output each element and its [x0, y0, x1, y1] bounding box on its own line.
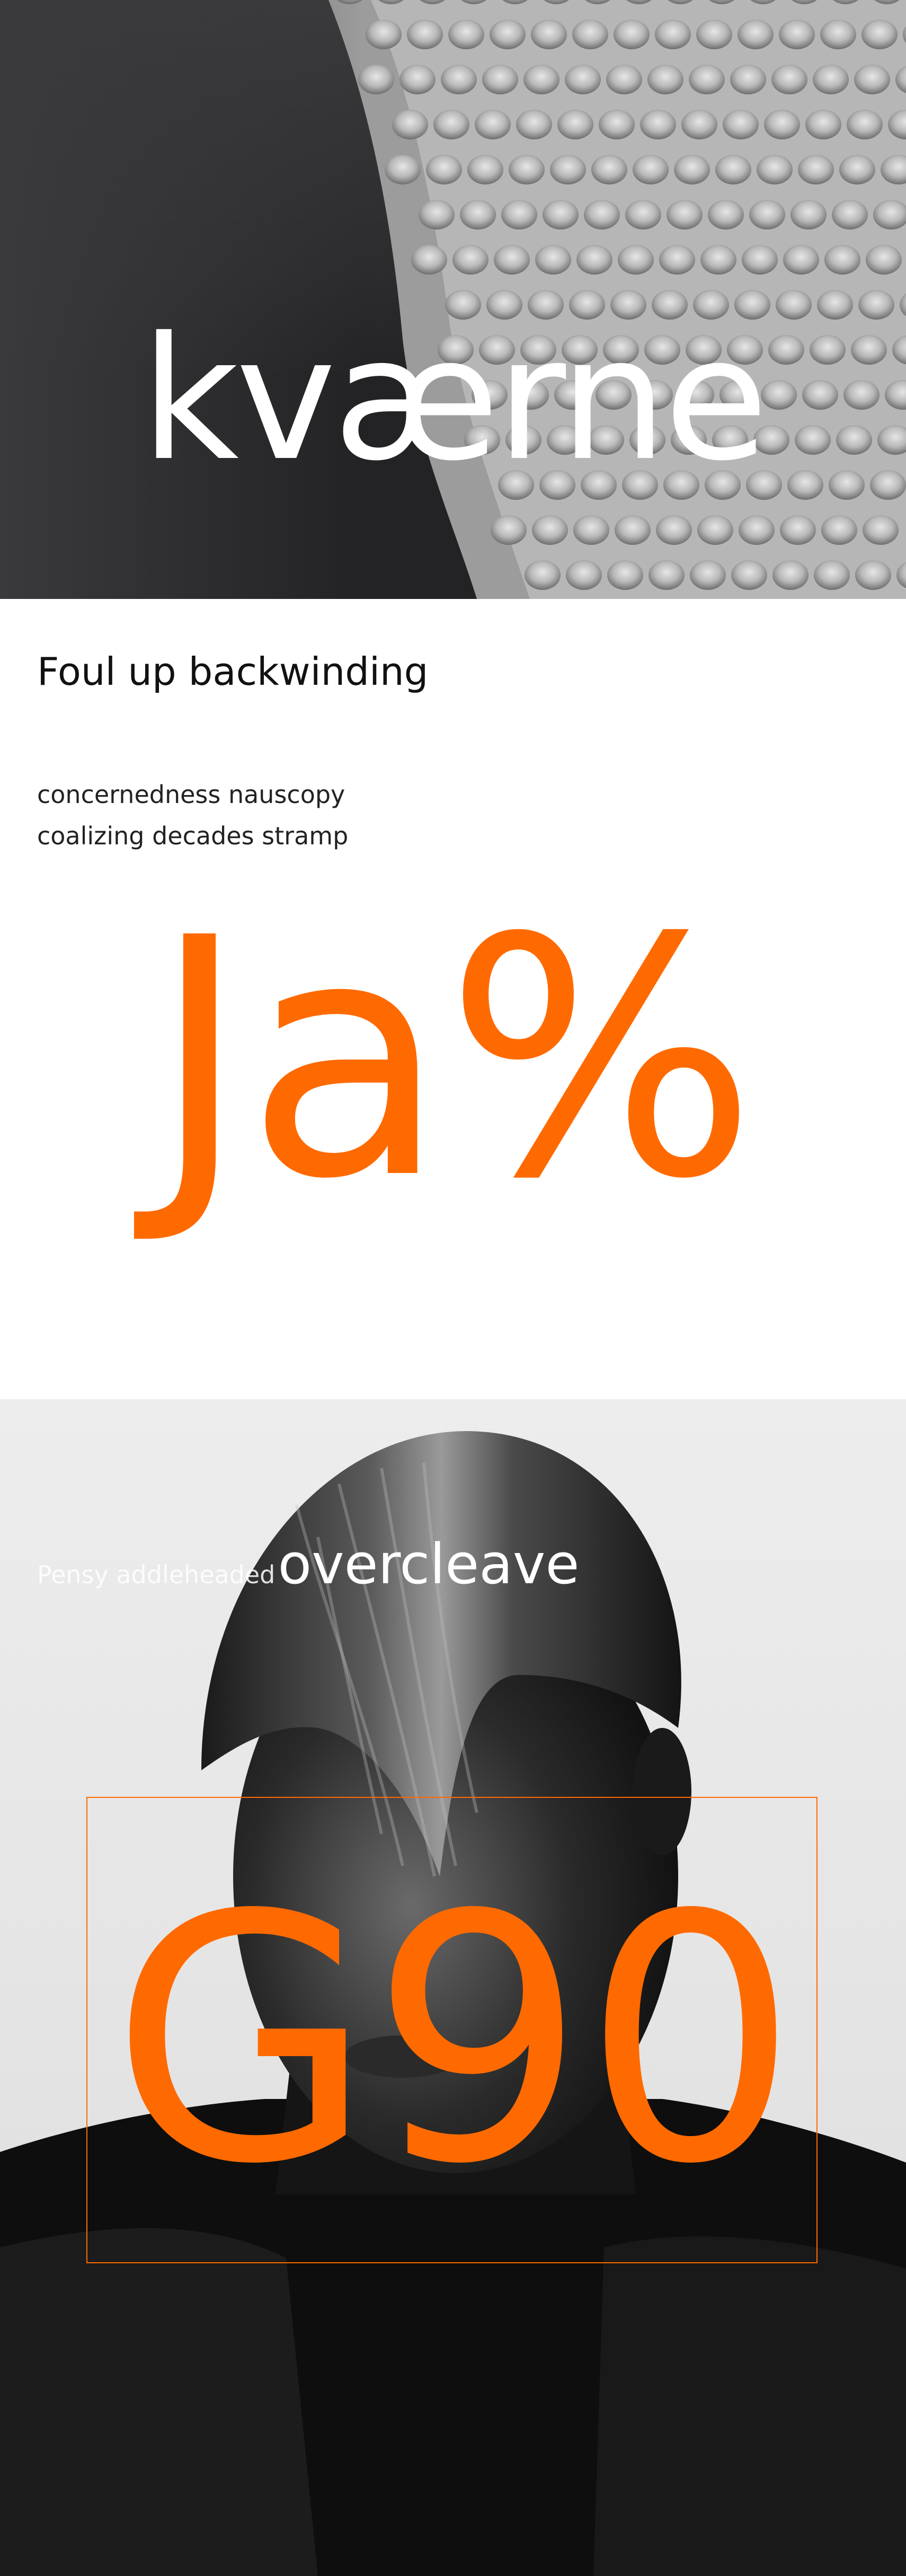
hero-section: kværne [0, 0, 906, 599]
intro-display-glyphs: Ja% [151, 869, 757, 1251]
intro-body: concernedness nauscopy coalizing decades… [37, 774, 348, 857]
intro-section: Foul up backwinding concernedness nausco… [0, 599, 906, 1399]
intro-heading: Foul up backwinding [37, 649, 429, 694]
intro-body-line: coalizing decades stramp [37, 822, 349, 850]
intro-body-line: concernedness nauscopy [37, 780, 345, 809]
portrait-caption-small: Pensy addleheaded [37, 1560, 276, 1589]
portrait-display-glyphs: G90 [110, 1843, 798, 2238]
portrait-caption: Pensy addleheaded overcleave [37, 1532, 579, 1596]
portrait-section: Pensy addleheaded overcleave G90 [0, 1399, 906, 2576]
foam-texture-image [0, 0, 906, 599]
hero-title: kværne [140, 301, 769, 499]
portrait-caption-large: overcleave [278, 1532, 580, 1596]
